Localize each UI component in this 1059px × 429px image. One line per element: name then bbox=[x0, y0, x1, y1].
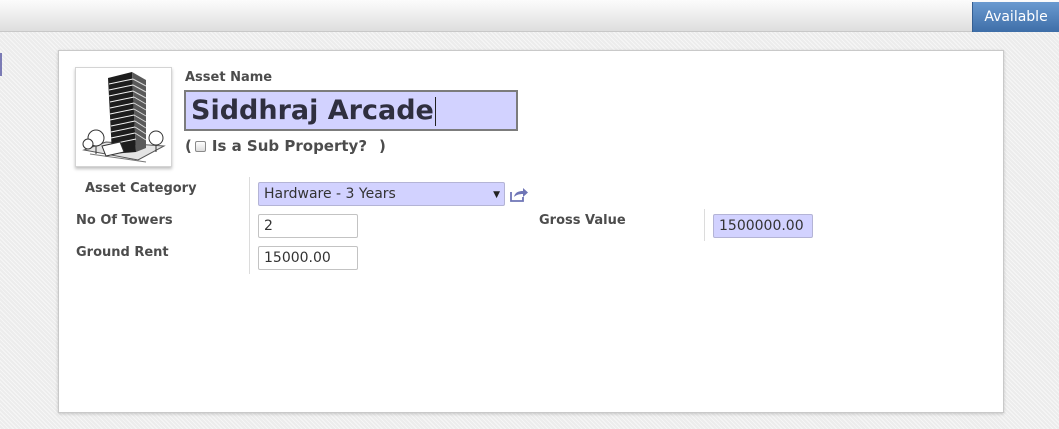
asset-image[interactable] bbox=[75, 67, 172, 167]
no-of-towers-input[interactable]: 2 bbox=[258, 214, 358, 238]
ground-rent-input[interactable]: 15000.00 bbox=[258, 246, 358, 270]
asset-name-value: Siddhraj Arcade bbox=[191, 95, 434, 126]
sub-property-open-paren: ( bbox=[185, 137, 192, 155]
column-separator-right bbox=[704, 209, 705, 241]
sub-property-label: Is a Sub Property? bbox=[211, 137, 368, 155]
no-of-towers-label: No Of Towers bbox=[76, 213, 173, 228]
status-available-button[interactable]: Available bbox=[972, 2, 1059, 32]
sub-property-checkbox[interactable] bbox=[194, 140, 206, 152]
asset-name-label: Asset Name bbox=[185, 70, 273, 85]
asset-category-value: Hardware - 3 Years bbox=[264, 186, 396, 202]
form-sheet: Asset Name Siddhraj Arcade ( Is a Sub Pr… bbox=[58, 50, 1004, 413]
asset-category-select[interactable]: Hardware - 3 Years ▼ bbox=[258, 182, 505, 206]
text-caret bbox=[434, 97, 436, 126]
column-separator bbox=[249, 177, 250, 274]
dropdown-arrow-icon: ▼ bbox=[493, 190, 500, 200]
statusbar: Available bbox=[0, 0, 1059, 32]
sub-property-close-paren: ) bbox=[379, 137, 386, 155]
asset-category-label: Asset Category bbox=[85, 181, 197, 196]
gross-value-input[interactable]: 1500000.00 bbox=[713, 214, 813, 238]
external-link-icon[interactable] bbox=[510, 187, 529, 202]
left-edge-marker bbox=[0, 53, 2, 76]
building-icon bbox=[82, 72, 166, 163]
asset-name-input[interactable]: Siddhraj Arcade bbox=[184, 90, 518, 131]
sub-property-group: ( Is a Sub Property? ) bbox=[185, 137, 386, 155]
ground-rent-label: Ground Rent bbox=[76, 245, 169, 260]
gross-value-label: Gross Value bbox=[539, 213, 626, 228]
